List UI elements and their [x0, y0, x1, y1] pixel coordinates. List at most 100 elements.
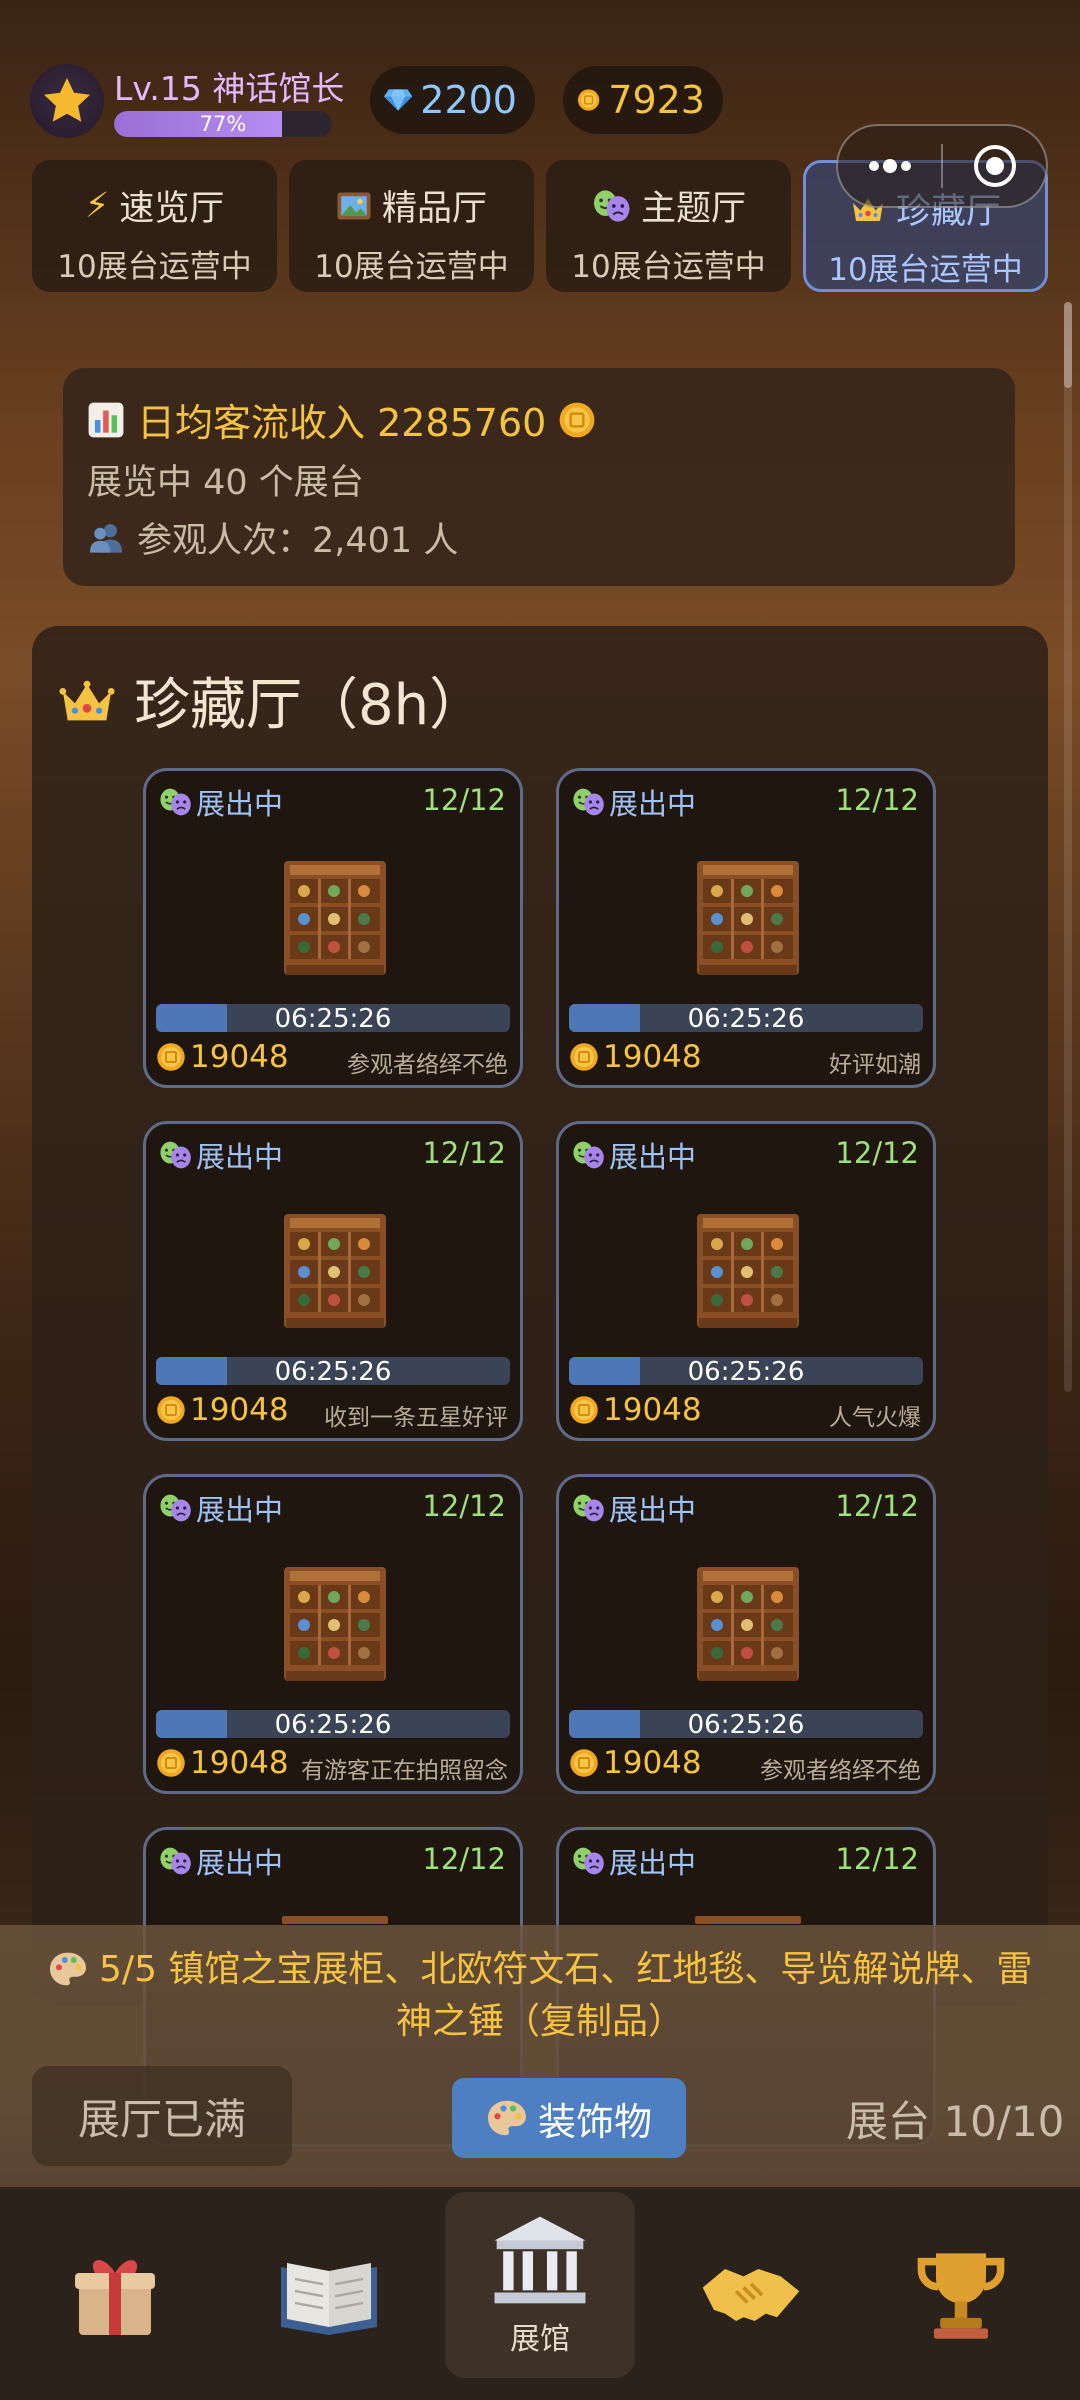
- nav-gift[interactable]: [20, 2190, 210, 2400]
- exhibit-status-label: 展出中: [196, 1846, 284, 1880]
- gift-icon: [75, 2260, 155, 2335]
- exhibit-capacity: 12/12: [422, 783, 506, 817]
- exhibit-card[interactable]: 展出中 12/12 06:25:26 19048 好评如潮: [556, 768, 936, 1088]
- exhibit-coins: 19048: [156, 1039, 289, 1075]
- bottom-navigation: 展馆: [0, 2190, 1080, 2400]
- exhibit-card[interactable]: 展出中 12/12 06:25:26 19048 人气火爆: [556, 1121, 936, 1441]
- nav-ranking[interactable]: [866, 2190, 1056, 2400]
- xp-percent-label: 77%: [199, 112, 247, 136]
- exhibit-card[interactable]: 展出中 12/12 06:25:26 19048 有游客正在拍照留念: [143, 1474, 523, 1794]
- exhibit-card[interactable]: 展出中 12/12 06:25:26 19048 收到一条五星好评: [143, 1121, 523, 1441]
- decoration-summary: 5/5 镇馆之宝展柜、北欧符文石、红地毯、导览解说牌、雷神之锤（复制品）: [30, 1944, 1050, 2048]
- exhibit-message: 收到一条五星好评: [324, 1405, 508, 1431]
- exhibit-status: 展出中: [571, 1840, 696, 1882]
- nav-museum[interactable]: 展馆: [445, 2192, 635, 2378]
- exhibit-cabinet-icon: [284, 861, 386, 975]
- handshake-icon: [702, 2269, 800, 2321]
- exhibit-capacity: 12/12: [835, 783, 919, 817]
- exhibit-status: 展出中: [571, 781, 696, 823]
- framed-picture-icon: [337, 192, 371, 219]
- scrollbar-thumb[interactable]: [1064, 302, 1072, 388]
- nav-cooperation[interactable]: [656, 2190, 846, 2400]
- exhibit-coins: 19048: [569, 1745, 702, 1781]
- hall-full-button[interactable]: 展厅已满: [32, 2066, 292, 2166]
- exhibit-status-label: 展出中: [609, 1493, 697, 1527]
- theater-masks-icon: [160, 788, 191, 816]
- exhibit-timer: 06:25:26: [687, 1710, 805, 1740]
- exhibit-status: 展出中: [571, 1487, 696, 1529]
- exhibit-status-label: 展出中: [196, 1140, 284, 1174]
- exhibit-status-label: 展出中: [196, 787, 284, 821]
- visitors-icon: [89, 523, 123, 553]
- lightning-icon: ⚡: [84, 185, 110, 226]
- star-icon: [44, 78, 90, 122]
- exhibit-message: 参观者络绎不绝: [760, 1758, 921, 1784]
- coin-icon: [570, 1043, 598, 1071]
- exhibit-cabinet-icon: [697, 1567, 799, 1681]
- exhibit-coins-value: 19048: [190, 1392, 289, 1428]
- exhibit-coins: 19048: [156, 1745, 289, 1781]
- exhibit-message: 好评如潮: [829, 1052, 921, 1078]
- exhibits-count-text: 展览中 40 个展台: [87, 463, 364, 503]
- target-circle-icon: [973, 145, 1016, 187]
- gem-balance[interactable]: 2200: [370, 66, 535, 134]
- exhibit-message: 有游客正在拍照留念: [301, 1758, 508, 1784]
- theater-masks-icon: [573, 1847, 604, 1875]
- coin-icon: [157, 1749, 185, 1777]
- exhibit-cabinet: [695, 1563, 801, 1685]
- close-program-button[interactable]: [943, 126, 1046, 206]
- coin-icon: [570, 1396, 598, 1424]
- exhibit-message: 人气火爆: [829, 1405, 921, 1431]
- exhibit-cabinet-top: [695, 1916, 801, 1924]
- decorations-button-label: 装饰物: [537, 2099, 652, 2144]
- coin-balance[interactable]: 7923: [563, 66, 723, 134]
- theater-masks-icon: [160, 1847, 191, 1875]
- coin-icon: [157, 1043, 185, 1071]
- coin-icon: [559, 402, 595, 437]
- gem-count: 2200: [420, 78, 517, 122]
- exhibit-cabinet: [695, 1210, 801, 1332]
- scrollbar-track[interactable]: [1064, 302, 1072, 1392]
- coin-count: 7923: [608, 78, 705, 122]
- more-menu-button[interactable]: [838, 126, 941, 206]
- tab-speed-hall[interactable]: ⚡ 速览厅 10展台运营中: [32, 160, 277, 292]
- player-avatar[interactable]: [30, 64, 104, 138]
- decorations-button[interactable]: 装饰物: [452, 2078, 686, 2158]
- exhibit-card[interactable]: 展出中 12/12 06:25:26 19048 参观者络绎不绝: [143, 768, 523, 1088]
- tab-theme-hall[interactable]: 主题厅 10展台运营中: [546, 160, 791, 292]
- exhibit-coins-value: 19048: [603, 1745, 702, 1781]
- exhibit-status-label: 展出中: [609, 787, 697, 821]
- exhibit-status: 展出中: [158, 781, 283, 823]
- tab-label: 速览厅: [119, 189, 225, 229]
- exhibit-status-label: 展出中: [609, 1846, 697, 1880]
- exhibit-status: 展出中: [571, 1134, 696, 1176]
- exhibit-timer: 06:25:26: [687, 1004, 805, 1034]
- exhibit-timer: 06:25:26: [274, 1357, 392, 1387]
- income-stats-panel: 日均客流收入 2285760 展览中 40 个展台 参观人次：2,401 人: [63, 368, 1015, 586]
- classical-building-icon: [494, 2216, 586, 2304]
- exhibit-card[interactable]: 展出中 12/12 06:25:26 19048 参观者络绎不绝: [556, 1474, 936, 1794]
- theater-masks-icon: [160, 1141, 191, 1169]
- nav-museum-label: 展馆: [510, 2322, 570, 2357]
- tab-label: 主题厅: [640, 189, 746, 229]
- palette-icon: [487, 2100, 526, 2136]
- exhibit-status: 展出中: [158, 1134, 283, 1176]
- hall-title: 珍藏厅（8h）: [58, 660, 485, 741]
- tab-boutique-hall[interactable]: 精品厅 10展台运营中: [289, 160, 534, 292]
- exhibit-cabinet-icon: [697, 1214, 799, 1328]
- visitors-count-text: 参观人次：2,401 人: [137, 521, 459, 561]
- coin-icon: [577, 89, 600, 111]
- booth-count: 展台 10/10: [846, 2097, 1065, 2146]
- exhibit-timer: 06:25:26: [274, 1004, 392, 1034]
- theater-masks-icon: [160, 1494, 191, 1522]
- exhibit-status-label: 展出中: [196, 1493, 284, 1527]
- exhibit-cabinet-icon: [284, 1567, 386, 1681]
- theater-masks-icon: [573, 1494, 604, 1522]
- exhibit-coins-value: 19048: [190, 1745, 289, 1781]
- nav-catalog[interactable]: [234, 2190, 424, 2400]
- coin-icon: [157, 1396, 185, 1424]
- diamond-icon: [384, 89, 413, 111]
- tab-status: 10展台运营中: [57, 249, 252, 285]
- exhibit-status: 展出中: [158, 1487, 283, 1529]
- exhibit-cabinet-icon: [697, 861, 799, 975]
